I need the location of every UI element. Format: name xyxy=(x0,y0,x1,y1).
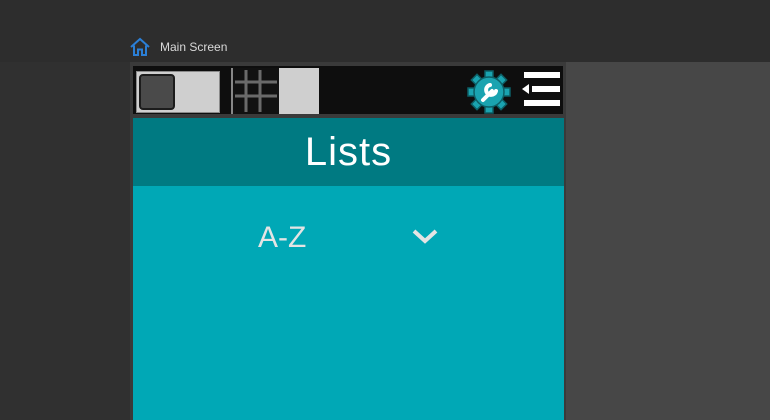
right-panel xyxy=(566,62,770,420)
toggle-switch-icon xyxy=(139,74,175,110)
grid-icon xyxy=(233,68,279,114)
breadcrumb[interactable]: Main Screen xyxy=(129,36,227,58)
list-content-area xyxy=(133,186,564,420)
editor-top-area xyxy=(0,0,770,62)
sort-selected-value[interactable]: A-Z xyxy=(258,221,306,255)
page-title: Lists xyxy=(304,129,393,174)
sort-dropdown[interactable]: A-Z xyxy=(258,218,306,258)
header-bar: Lists xyxy=(133,118,564,186)
menu-collapse-icon[interactable] xyxy=(518,70,562,110)
home-icon[interactable] xyxy=(129,36,151,58)
toggle-switch[interactable] xyxy=(136,71,220,113)
chevron-down-icon[interactable] xyxy=(410,226,440,246)
grid-toggle[interactable] xyxy=(231,68,319,114)
breadcrumb-label[interactable]: Main Screen xyxy=(160,40,227,54)
left-canvas-area xyxy=(0,62,130,420)
gear-wrench-icon[interactable] xyxy=(466,69,512,115)
